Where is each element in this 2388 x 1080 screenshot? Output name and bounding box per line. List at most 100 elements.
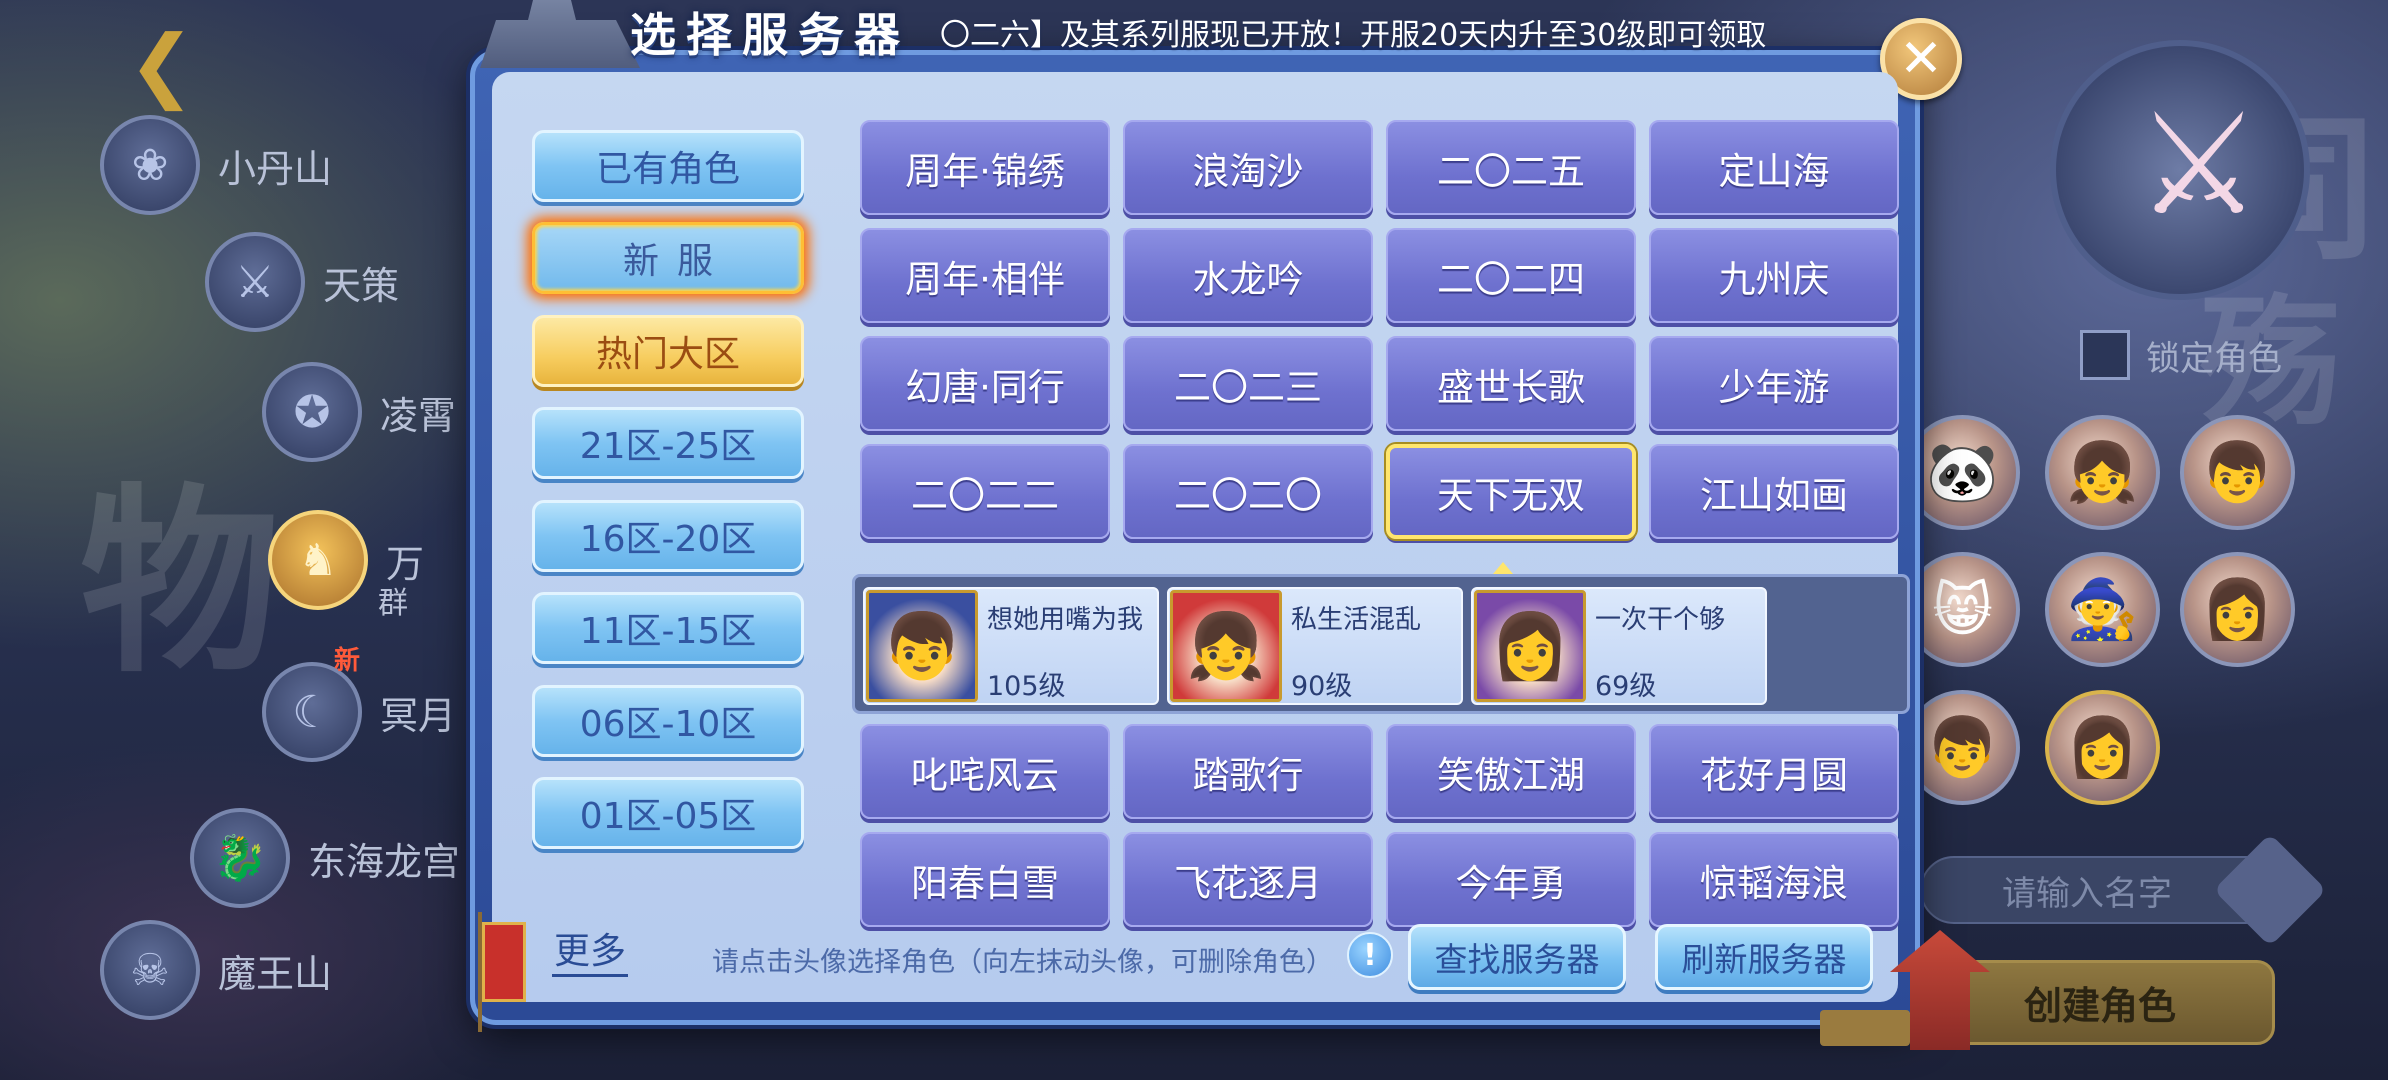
- faction-name: 小丹山: [218, 146, 333, 191]
- server-button[interactable]: 花好月圆: [1649, 724, 1899, 819]
- character-preview: ⚔: [2050, 40, 2310, 300]
- selection-caret-icon: [1493, 562, 1513, 574]
- role-name: 一次干个够: [1595, 605, 1726, 635]
- faction-name: 魔王山: [218, 951, 333, 996]
- purple-hair-hero-icon: 👩: [1474, 590, 1586, 702]
- server-button[interactable]: 阳春白雪: [860, 832, 1110, 927]
- role-level: 69级: [1595, 671, 1657, 702]
- faction-emblem-icon: ☾: [262, 662, 362, 762]
- dialog-titlebar: 选择服务器 〇二六】及其系列服现已开放！开服20天内升至30级即可领取: [470, 0, 1920, 70]
- server-button[interactable]: 少年游: [1649, 336, 1899, 431]
- tab-new-servers[interactable]: 新服: [532, 222, 804, 294]
- role-card[interactable]: 👧 私生活混乱 90级: [1167, 587, 1463, 705]
- role-level: 105级: [987, 671, 1066, 702]
- server-select-dialog: 选择服务器 〇二六】及其系列服现已开放！开服20天内升至30级即可领取 ✕ 已有…: [470, 0, 1990, 1050]
- role-name: 私生活混乱: [1291, 605, 1422, 635]
- server-button[interactable]: 周年·相伴: [860, 228, 1110, 323]
- server-button[interactable]: 定山海: [1649, 120, 1899, 215]
- create-character-button[interactable]: 创建角色: [1925, 960, 2275, 1045]
- hero-avatar[interactable]: 😸: [1905, 552, 2020, 667]
- faction-name: 凌霄: [380, 393, 457, 438]
- server-button[interactable]: 浪淘沙: [1123, 120, 1373, 215]
- server-button[interactable]: 二〇二四: [1386, 228, 1636, 323]
- faction-subtext: 群: [378, 586, 408, 621]
- role-info: 私生活混乱 90级: [1283, 589, 1421, 703]
- background-calligraphy: 物: [80, 465, 281, 700]
- role-info: 一次干个够 69级: [1587, 589, 1725, 703]
- server-button[interactable]: 江山如画: [1649, 444, 1899, 539]
- blue-hair-hero-icon: 👦: [866, 590, 978, 702]
- hero-avatar[interactable]: 👩: [2045, 690, 2160, 805]
- faction-name: 冥月: [380, 693, 457, 738]
- server-button[interactable]: 今年勇: [1386, 832, 1636, 927]
- new-tag: 新: [334, 646, 361, 676]
- server-button-selected[interactable]: 天下无双: [1386, 444, 1636, 539]
- server-button[interactable]: 九州庆: [1649, 228, 1899, 323]
- banner-ornament-icon: [452, 912, 552, 1052]
- server-button[interactable]: 水龙吟: [1123, 228, 1373, 323]
- server-button[interactable]: 飞花逐月: [1123, 832, 1373, 927]
- character-figure-icon: ⚔: [2136, 84, 2262, 247]
- crate-ornament-icon: [1820, 1010, 1910, 1046]
- faction-emblem-icon: ☠: [100, 920, 200, 1020]
- hero-avatar[interactable]: 👦: [2180, 415, 2295, 530]
- hero-avatar[interactable]: 👩: [2180, 552, 2295, 667]
- tab-hot-zones[interactable]: 热门大区: [532, 315, 804, 387]
- hero-avatar[interactable]: 👦: [1905, 690, 2020, 805]
- lock-checkbox[interactable]: [2080, 330, 2130, 380]
- tab-zone-06-10[interactable]: 06区-10区: [532, 685, 804, 757]
- faction-emblem-icon: ⚔: [205, 232, 305, 332]
- faction-item[interactable]: ✪ 凌霄: [262, 362, 456, 462]
- server-button[interactable]: 周年·锦绣: [860, 120, 1110, 215]
- role-info: 想她用嘴为我 105级: [979, 589, 1143, 703]
- tab-zone-11-15[interactable]: 11区-15区: [532, 592, 804, 664]
- back-arrow-icon[interactable]: ❮: [128, 20, 238, 110]
- faction-item[interactable]: ☠ 魔王山: [100, 920, 332, 1020]
- faction-name: 天策: [323, 263, 400, 308]
- more-link[interactable]: 更多: [552, 930, 629, 977]
- faction-emblem-icon: ✪: [262, 362, 362, 462]
- info-icon[interactable]: !: [1347, 932, 1393, 978]
- dialog-content: 已有角色 新服 热门大区 21区-25区 16区-20区 11区-15区 06区…: [478, 72, 1910, 1032]
- faction-item[interactable]: ❀ 小丹山: [100, 115, 332, 215]
- server-button[interactable]: 二〇二五: [1386, 120, 1636, 215]
- faction-item[interactable]: 新 ☾ 冥月: [262, 646, 457, 762]
- dialog-title: 选择服务器: [630, 8, 910, 62]
- server-button[interactable]: 笑傲江湖: [1386, 724, 1636, 819]
- faction-item[interactable]: 🐉 东海龙宫: [190, 808, 460, 908]
- role-card[interactable]: 👦 想她用嘴为我 105级: [863, 587, 1159, 705]
- role-name: 想她用嘴为我: [987, 605, 1144, 635]
- server-button[interactable]: 二〇二〇: [1123, 444, 1373, 539]
- faction-item[interactable]: ⚔ 天策: [205, 232, 399, 332]
- castle-ornament-icon: [480, 0, 640, 68]
- role-list: 👦 想她用嘴为我 105级 👧 私生活混乱 90级 👩 一次干个够 69级: [852, 574, 1910, 714]
- tab-zone-01-05[interactable]: 01区-05区: [532, 777, 804, 849]
- role-level: 90级: [1291, 671, 1353, 702]
- server-button[interactable]: 盛世长歌: [1386, 336, 1636, 431]
- faction-emblem-icon: ❀: [100, 115, 200, 215]
- server-button[interactable]: 二〇二三: [1123, 336, 1373, 431]
- server-button[interactable]: 二〇二二: [860, 444, 1110, 539]
- server-button[interactable]: 幻唐·同行: [860, 336, 1110, 431]
- tab-zone-16-20[interactable]: 16区-20区: [532, 500, 804, 572]
- faction-emblem-icon: 🐉: [190, 808, 290, 908]
- faction-item[interactable]: ♞ 万 群: [268, 510, 424, 621]
- announcement-marquee: 〇二六】及其系列服现已开放！开服20天内升至30级即可领取: [940, 18, 1767, 53]
- server-button[interactable]: 惊韬海浪: [1649, 832, 1899, 927]
- find-server-button[interactable]: 查找服务器: [1408, 924, 1626, 990]
- hero-avatar[interactable]: 🐼: [1905, 415, 2020, 530]
- refresh-server-button[interactable]: 刷新服务器: [1655, 924, 1873, 990]
- faction-name: 东海龙宫: [308, 839, 461, 884]
- lock-label: 锁定角色: [2146, 338, 2282, 379]
- faction-emblem-icon: ♞: [268, 510, 368, 610]
- hero-avatar[interactable]: 👧: [2045, 415, 2160, 530]
- lock-character-toggle[interactable]: 锁定角色: [2080, 330, 2282, 380]
- hero-avatar[interactable]: 🧙: [2045, 552, 2160, 667]
- role-card[interactable]: 👩 一次干个够 69级: [1471, 587, 1767, 705]
- role-hint-text: 请点击头像选择角色（向左抹动头像，可删除角色）: [712, 947, 1333, 978]
- server-button[interactable]: 踏歌行: [1123, 724, 1373, 819]
- red-hair-hero-icon: 👧: [1170, 590, 1282, 702]
- tab-existing-roles[interactable]: 已有角色: [532, 130, 804, 202]
- tab-zone-21-25[interactable]: 21区-25区: [532, 407, 804, 479]
- server-button[interactable]: 叱咤风云: [860, 724, 1110, 819]
